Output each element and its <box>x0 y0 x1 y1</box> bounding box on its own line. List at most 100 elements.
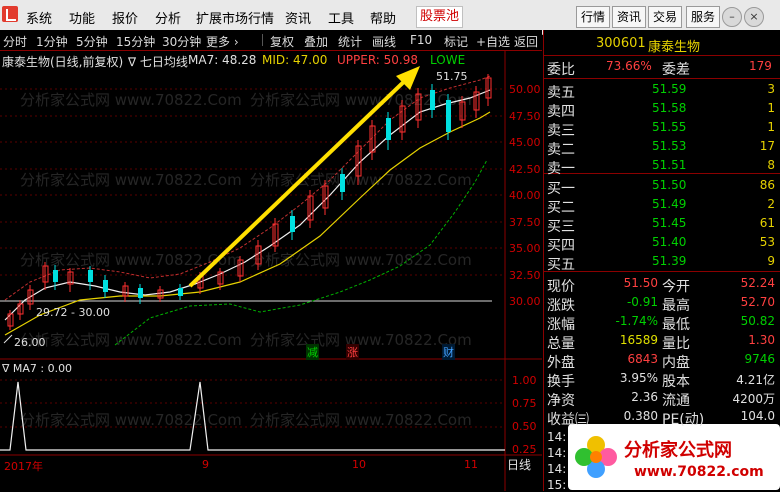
level-volume: 53 <box>759 235 775 249</box>
stock-pool-button[interactable]: 股票池 <box>416 6 464 28</box>
level-price: 51.39 <box>652 254 687 268</box>
menu-item-system[interactable]: 系统 <box>26 8 52 27</box>
stock-code: 300601 <box>596 36 646 51</box>
tab-service[interactable]: 服务 <box>686 6 721 28</box>
event-tag[interactable]: 财 <box>442 344 455 360</box>
toolbar-divider <box>262 34 263 46</box>
level-volume: 1 <box>767 120 775 134</box>
site-logo-overlay: 分析家公式网 www.70822.com <box>568 424 780 490</box>
kline-chart-area[interactable]: 分析家公式网 www.70822.Com 分析家公式网 www.70822.Co… <box>0 50 542 491</box>
period-more[interactable]: 更多 › <box>206 33 239 50</box>
y-tick: 37.50 <box>509 216 541 229</box>
f10-button[interactable]: F10 <box>410 33 432 47</box>
tab-quote[interactable]: 行情 <box>576 6 611 28</box>
ma-selector[interactable]: ∇ 七日均线 <box>128 53 188 70</box>
quote-row[interactable]: 卖五 51.59 3 <box>544 80 780 101</box>
y-tick: 40.00 <box>509 189 541 202</box>
mark-button[interactable]: 标记 <box>444 33 468 50</box>
tick-time: 14: <box>547 462 567 476</box>
level-volume: 61 <box>759 216 775 230</box>
back-button[interactable]: 返回 <box>514 33 538 50</box>
level-volume: 9 <box>767 254 775 268</box>
overlay-button[interactable]: 叠加 <box>304 33 328 50</box>
level-price: 51.58 <box>652 101 687 115</box>
stat-value: -1.74% <box>615 314 658 328</box>
range-mark: 29.72 - 30.00 <box>36 306 110 319</box>
quote-row[interactable]: 卖一 51.51 8 <box>544 156 780 177</box>
period-30min[interactable]: 30分钟 <box>162 33 201 50</box>
y-tick: 42.50 <box>509 163 541 176</box>
quote-row[interactable]: 卖二 51.53 17 <box>544 137 780 158</box>
menu-item-quote[interactable]: 报价 <box>112 8 138 27</box>
menu-item-news[interactable]: 资讯 <box>285 8 311 27</box>
level-price: 51.49 <box>652 197 687 211</box>
quote-row[interactable]: 买五 51.39 9 <box>544 252 780 273</box>
quote-row[interactable]: 买三 51.45 61 <box>544 214 780 235</box>
level-price: 51.53 <box>652 139 687 153</box>
indicator-label[interactable]: ∇ MA7 : 0.00 <box>2 362 72 375</box>
stat-label: PE(动) <box>662 412 705 428</box>
menu-item-tools[interactable]: 工具 <box>328 8 354 27</box>
period-1min[interactable]: 1分钟 <box>36 33 68 50</box>
stat-value: 50.82 <box>740 314 775 328</box>
level-price: 51.45 <box>652 216 687 230</box>
y-tick: 30.00 <box>509 295 541 308</box>
adjust-button[interactable]: 复权 <box>270 33 294 50</box>
period-minute-chart[interactable]: 分时 <box>3 33 27 50</box>
site-url: www.70822.com <box>634 464 764 480</box>
quote-row[interactable]: 卖三 51.55 1 <box>544 118 780 139</box>
menu-item-function[interactable]: 功能 <box>69 8 95 27</box>
stat-row: 外盘 6843 内盘 9746 <box>544 350 780 371</box>
statistics-button[interactable]: 统计 <box>338 33 362 50</box>
upper-value: UPPER: 50.98 <box>337 53 419 67</box>
weibi-label: 委比 <box>547 62 575 78</box>
y-tick: 35.00 <box>509 242 541 255</box>
event-tag[interactable]: 减 <box>306 344 319 360</box>
level-price: 51.59 <box>652 82 687 96</box>
level-volume: 1 <box>767 101 775 115</box>
high-price-mark: 51.75 <box>436 70 468 83</box>
site-name: 分析家公式网 <box>624 440 732 461</box>
stat-value: 2.36 <box>631 390 658 404</box>
app-logo-icon <box>2 6 18 22</box>
x-label: 11 <box>464 458 478 471</box>
level-volume: 17 <box>759 139 775 153</box>
weibi-value: 73.66% <box>606 59 652 73</box>
close-icon[interactable]: × <box>744 7 764 27</box>
minimize-icon[interactable]: – <box>722 7 742 27</box>
menu-item-help[interactable]: 帮助 <box>370 8 396 27</box>
svg-text:分析家公式网 www.70822.Com: 分析家公式网 www.70822.Com <box>250 331 472 349</box>
stat-value: 9746 <box>744 352 775 366</box>
ind-tick: 1.00 <box>512 374 537 387</box>
ind-tick: 0.25 <box>512 443 537 456</box>
period-15min[interactable]: 15分钟 <box>116 33 155 50</box>
period-5min[interactable]: 5分钟 <box>76 33 108 50</box>
stat-value: 104.0 <box>740 409 775 423</box>
quote-row[interactable]: 买二 51.49 2 <box>544 195 780 216</box>
svg-text:分析家公式网 www.70822.Com: 分析家公式网 www.70822.Com <box>250 411 472 429</box>
quote-row[interactable]: 卖四 51.58 1 <box>544 99 780 120</box>
quote-row[interactable]: 买四 51.40 53 <box>544 233 780 254</box>
menu-item-analysis[interactable]: 分析 <box>155 8 181 27</box>
event-tag[interactable]: 涨 <box>346 344 359 360</box>
menu-item-ext-market[interactable]: 扩展市场行情 <box>196 8 274 27</box>
lower-value: LOWE <box>430 53 466 67</box>
y-tick: 50.00 <box>509 83 541 96</box>
level-price: 51.55 <box>652 120 687 134</box>
x-label: 2017年 <box>4 460 43 473</box>
x-label: 10 <box>352 458 366 471</box>
svg-text:分析家公式网 www.70822.Com: 分析家公式网 www.70822.Com <box>20 171 242 189</box>
ind-tick: 0.75 <box>512 397 537 410</box>
draw-line-button[interactable]: 画线 <box>372 33 396 50</box>
stock-name: 康泰生物 <box>648 40 701 55</box>
stat-value: 4200万 <box>732 392 775 406</box>
level-price: 51.50 <box>652 178 687 192</box>
period-label[interactable]: 日线 <box>507 456 531 473</box>
quote-row[interactable]: 买一 51.50 86 <box>544 176 780 197</box>
mid-value: MID: 47.00 <box>262 53 328 67</box>
tab-news[interactable]: 资讯 <box>612 6 647 28</box>
add-watchlist-button[interactable]: +自选 <box>476 33 510 50</box>
stat-value: 52.70 <box>740 295 775 309</box>
level-volume: 8 <box>767 158 775 172</box>
tab-trade[interactable]: 交易 <box>648 6 683 28</box>
